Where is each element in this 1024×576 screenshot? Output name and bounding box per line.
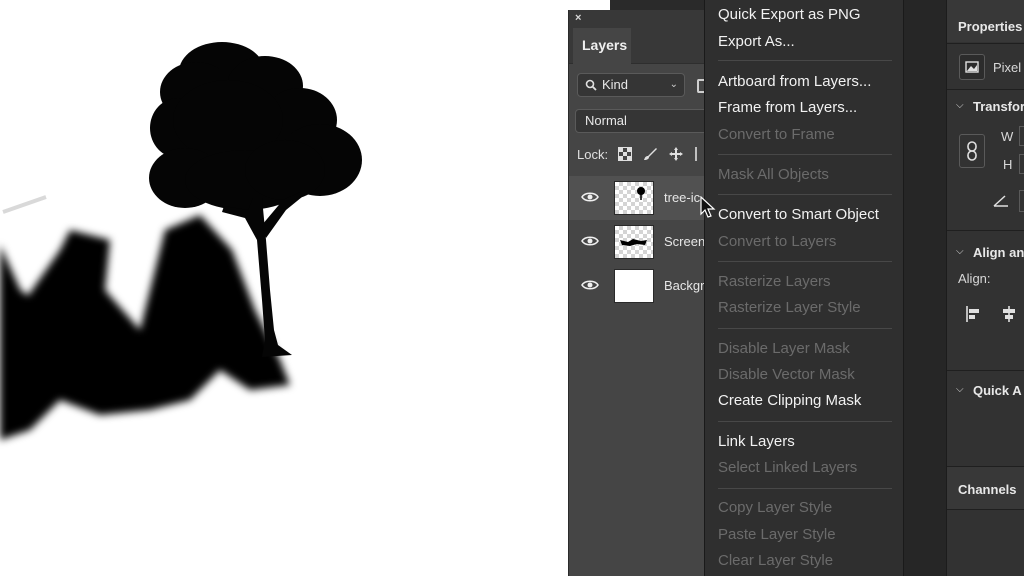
layer-thumbnail-background — [614, 269, 654, 303]
lock-transparent-pixels-icon[interactable] — [618, 147, 633, 161]
blend-mode-label: Normal — [585, 113, 627, 128]
menu-item-convert-to-smart-object[interactable]: Convert to Smart Object — [718, 205, 879, 225]
align-label: Align: — [958, 271, 991, 286]
layer-row[interactable]: Backgr — [569, 264, 708, 308]
align-section-title[interactable]: Align an — [973, 245, 1024, 260]
eye-visibility-icon[interactable] — [581, 235, 599, 247]
menu-item-copy-layer-style: Copy Layer Style — [718, 499, 833, 516]
layer-context-menu: Quick Export as PNG Export As... Artboar… — [704, 0, 904, 576]
menu-item-disable-layer-mask: Disable Layer Mask — [718, 340, 850, 357]
eye-visibility-icon[interactable] — [581, 191, 599, 203]
document-canvas[interactable] — [0, 0, 568, 576]
faint-line — [2, 195, 47, 214]
panel-gutter — [904, 0, 946, 576]
close-panel-icon[interactable]: × — [575, 11, 581, 25]
layer-name[interactable]: tree-ic — [664, 190, 700, 205]
menu-separator — [718, 154, 892, 155]
height-label: H — [1003, 157, 1013, 172]
align-horizontal-centers-icon[interactable] — [1001, 305, 1017, 323]
chevron-down-icon[interactable]: ⌵ — [956, 384, 964, 395]
layer-name[interactable]: Screen — [664, 234, 705, 249]
angle-input[interactable] — [1019, 190, 1024, 212]
lock-row: Lock: — [577, 146, 702, 162]
menu-separator — [718, 194, 892, 195]
menu-item-frame-from-layers[interactable]: Frame from Layers... — [718, 98, 857, 118]
angle-icon — [993, 195, 1008, 207]
link-dimensions-button[interactable] — [959, 134, 985, 168]
menu-item-create-clipping-mask[interactable]: Create Clipping Mask — [718, 391, 861, 411]
height-input[interactable] — [1019, 154, 1024, 174]
lock-position-icon[interactable] — [668, 146, 684, 162]
layer-row[interactable]: tree-ic — [569, 176, 708, 220]
menu-separator — [718, 261, 892, 262]
kind-filter-label: Kind — [602, 77, 629, 92]
layer-thumbnail-brush — [614, 225, 654, 259]
menu-separator — [718, 60, 892, 61]
search-icon — [585, 79, 597, 91]
width-label: W — [1001, 129, 1014, 144]
properties-title[interactable]: Properties — [958, 19, 1022, 34]
pixel-layer-icon — [959, 54, 985, 80]
menu-item-clear-layer-style: Clear Layer Style — [718, 552, 834, 569]
menu-item-disable-vector-mask: Disable Vector Mask — [718, 366, 855, 383]
menu-separator — [718, 488, 892, 489]
chevron-down-icon[interactable]: ⌵ — [956, 246, 964, 257]
menu-item-rasterize-layer-style: Rasterize Layer Style — [718, 299, 861, 316]
lock-image-pixels-icon[interactable] — [642, 146, 658, 162]
canvas-artwork — [0, 42, 362, 440]
properties-panel: Properties Pixel ⌵ Transfor W H ⌵ Align … — [946, 0, 1024, 576]
tab-channels[interactable]: Channels — [958, 482, 1017, 497]
layer-name[interactable]: Backgr — [664, 278, 704, 293]
kind-filter-select[interactable]: Kind ⌄ — [577, 73, 685, 97]
menu-item-rasterize-layers: Rasterize Layers — [718, 273, 831, 290]
mouse-cursor-icon — [700, 196, 716, 218]
menu-item-export-as[interactable]: Export As... — [718, 32, 795, 52]
width-input[interactable] — [1019, 126, 1024, 146]
menu-item-link-layers[interactable]: Link Layers — [718, 432, 795, 452]
layers-panel: × Layers Kind ⌄ Normal Lock: tree-ic Scr… — [568, 10, 708, 576]
chevron-down-icon[interactable]: ⌵ — [956, 100, 964, 111]
menu-item-artboard-from-layers[interactable]: Artboard from Layers... — [718, 72, 871, 92]
blend-mode-select[interactable]: Normal — [575, 109, 708, 133]
link-icon — [967, 141, 977, 161]
transform-section-title[interactable]: Transfor — [973, 99, 1024, 114]
menu-item-convert-to-frame: Convert to Frame — [718, 126, 835, 143]
align-left-edges-icon[interactable] — [965, 305, 981, 323]
panel-tabbar: Layers — [569, 26, 708, 64]
menu-item-select-linked-layers: Select Linked Layers — [718, 459, 858, 476]
eye-visibility-icon[interactable] — [581, 279, 599, 291]
chevron-down-icon: ⌄ — [669, 79, 678, 90]
menu-separator — [718, 421, 892, 422]
layer-type-label: Pixel — [993, 60, 1022, 75]
menu-item-quick-export-png[interactable]: Quick Export as PNG — [718, 5, 861, 25]
lock-artboard-icon[interactable] — [694, 146, 702, 162]
layer-thumbnail-tree — [614, 181, 654, 215]
menu-item-paste-layer-style: Paste Layer Style — [718, 526, 836, 543]
quick-actions-section-title[interactable]: Quick A — [973, 383, 1022, 398]
layer-row[interactable]: Screen — [569, 220, 708, 264]
tab-layers[interactable]: Layers — [573, 28, 631, 64]
lock-label: Lock: — [577, 146, 609, 162]
menu-separator — [718, 328, 892, 329]
panel-header: × — [569, 10, 708, 26]
menu-item-mask-all-objects: Mask All Objects — [718, 166, 829, 183]
brush-stroke-shape — [0, 215, 290, 440]
menu-item-convert-to-layers: Convert to Layers — [718, 233, 837, 250]
